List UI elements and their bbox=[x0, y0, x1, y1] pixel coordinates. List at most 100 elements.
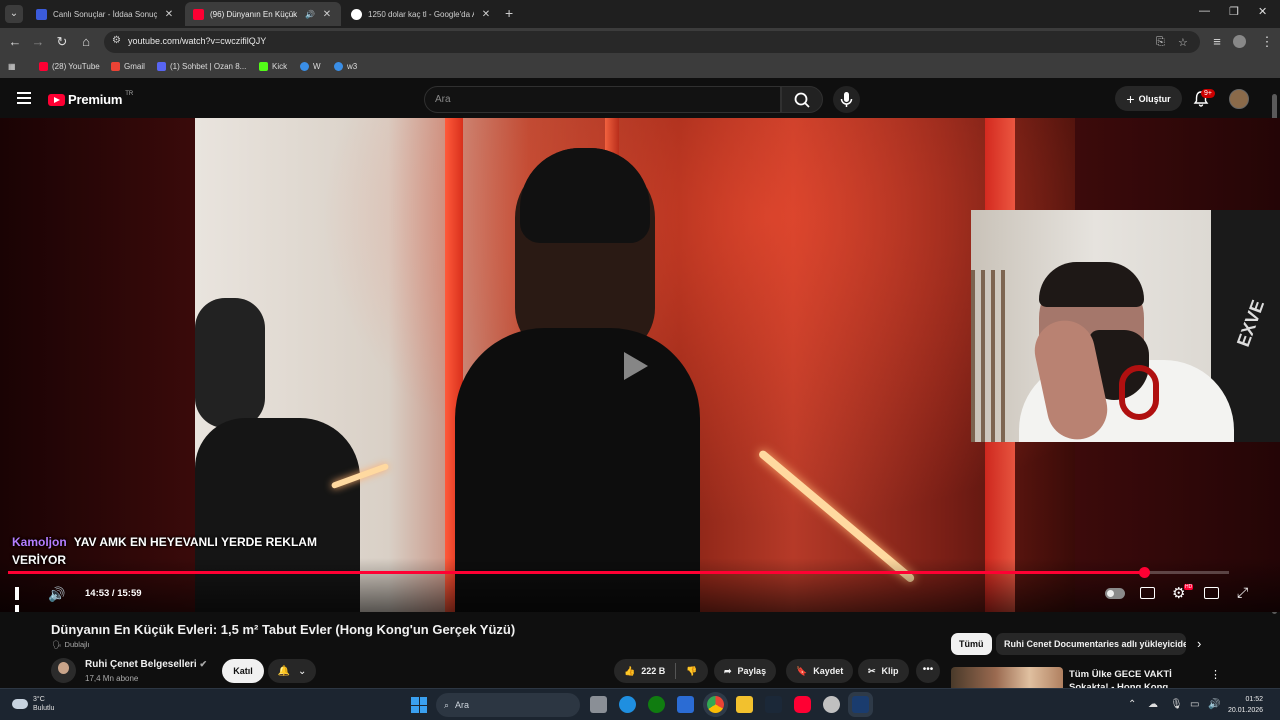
recommended-menu-icon[interactable]: ⋮ bbox=[1210, 668, 1221, 681]
chrome-icon[interactable] bbox=[707, 696, 724, 713]
bookmark-gmail[interactable]: Gmail bbox=[111, 62, 145, 71]
weather-temp: 3°C bbox=[33, 696, 45, 703]
tab-title: (96) Dünyanın En Küçük Evleri bbox=[210, 9, 299, 19]
close-tab-icon[interactable]: ✕ bbox=[163, 9, 175, 20]
taskbar-search[interactable]: ⌕ Ara bbox=[436, 693, 580, 717]
file-explorer-icon[interactable] bbox=[736, 696, 753, 713]
chip-from-uploader[interactable]: Ruhi Cenet Documentaries adlı yükleyicid… bbox=[996, 633, 1186, 655]
mackolik-favicon-icon bbox=[36, 8, 47, 20]
dislike-icon[interactable]: 👎 bbox=[686, 666, 697, 677]
search-input[interactable]: Ara bbox=[424, 86, 781, 113]
chip-all[interactable]: Tümü bbox=[951, 633, 992, 655]
browser-menu-icon[interactable]: ⋮ bbox=[1259, 34, 1275, 50]
video-title: Dünyanın En Küçük Evleri: 1,5 m² Tabut E… bbox=[51, 622, 516, 637]
join-button[interactable]: Katıl bbox=[222, 659, 264, 683]
windows-start-icon[interactable] bbox=[411, 697, 427, 713]
outlook-icon[interactable] bbox=[677, 696, 694, 713]
youtube-icon bbox=[39, 62, 48, 71]
media-controls-icon[interactable]: ≡ bbox=[1209, 34, 1225, 50]
more-actions-icon[interactable]: ••• bbox=[916, 659, 940, 683]
like-count[interactable]: 222 B bbox=[641, 666, 665, 676]
progress-bar[interactable] bbox=[8, 567, 1229, 578]
close-tab-icon[interactable]: ✕ bbox=[480, 9, 492, 20]
display-icon[interactable]: ▭ bbox=[1190, 699, 1199, 710]
subscription-bell-button[interactable]: 🔔 ⌄ bbox=[268, 659, 316, 683]
new-tab-button[interactable]: + bbox=[505, 5, 513, 21]
site-info-icon[interactable]: ⚙ bbox=[112, 35, 121, 46]
audio-playing-icon[interactable]: 🔊 bbox=[305, 10, 315, 19]
forward-arrow-icon[interactable]: → bbox=[30, 34, 46, 50]
edge-browser-icon[interactable] bbox=[619, 696, 636, 713]
create-label: Oluştur bbox=[1138, 93, 1171, 104]
install-app-icon[interactable]: ⎘ bbox=[1156, 36, 1165, 49]
youtube-premium-logo[interactable]: Premium TR bbox=[48, 90, 134, 107]
youtube-app-icon[interactable] bbox=[794, 696, 811, 713]
channel-name-text[interactable]: Ruhi Çenet Belgeselleri bbox=[85, 659, 197, 670]
close-tab-icon[interactable]: ✕ bbox=[321, 9, 333, 20]
xbox-icon[interactable] bbox=[648, 696, 665, 713]
url-text[interactable]: youtube.com/watch?v=cwczifilQJY bbox=[128, 36, 266, 46]
chevron-right-icon[interactable]: › bbox=[1197, 636, 1201, 651]
tab-youtube-video[interactable]: (96) Dünyanın En Küçük Evleri 🔊 ✕ bbox=[185, 2, 341, 26]
steam-icon[interactable] bbox=[765, 696, 782, 713]
clip-button[interactable]: ✂ Klip bbox=[858, 659, 909, 683]
recommended-title[interactable]: Tüm Ülke GECE VAKTİ Sokakta! - Hong Kong… bbox=[1069, 668, 1204, 688]
tab-search-button[interactable]: ⌄ bbox=[5, 5, 23, 23]
microphone-icon bbox=[840, 92, 853, 107]
bookmark-kick[interactable]: Kick bbox=[259, 62, 287, 71]
voice-search-button[interactable] bbox=[833, 86, 860, 113]
speaker-icon[interactable]: 🔊 bbox=[1208, 699, 1220, 710]
back-arrow-icon[interactable]: ← bbox=[7, 34, 23, 50]
share-button[interactable]: ➦ Paylaş bbox=[714, 659, 777, 683]
pause-button[interactable] bbox=[15, 587, 27, 612]
bookmarks-bar: ▦ (28) YouTube Gmail (1) Sohbet | Ozan 8… bbox=[0, 56, 1280, 78]
bookmark-w[interactable]: W bbox=[300, 62, 321, 71]
omnibox[interactable]: ⚙ youtube.com/watch?v=cwczifilQJY ⎘ ☆ bbox=[104, 31, 1200, 53]
recommended-thumbnail[interactable] bbox=[951, 667, 1063, 688]
save-button[interactable]: 🔖 Kaydet bbox=[786, 659, 854, 683]
task-view-icon[interactable] bbox=[590, 696, 607, 713]
onedrive-cloud-icon[interactable]: ☁ bbox=[1148, 699, 1158, 710]
settings-app-icon[interactable] bbox=[823, 696, 840, 713]
fullscreen-icon[interactable]: ⤢ bbox=[1237, 584, 1248, 601]
profile-avatar-icon[interactable] bbox=[1233, 35, 1246, 48]
close-window-button[interactable]: ✕ bbox=[1258, 5, 1267, 18]
bookmark-sohbet[interactable]: (1) Sohbet | Ozan 8... bbox=[157, 62, 246, 71]
tab-canli-sonuclar[interactable]: Canlı Sonuçlar - İddaa Sonuçları ✕ bbox=[28, 2, 183, 26]
channel-name[interactable]: Ruhi Çenet Belgeselleri ✔ bbox=[85, 659, 207, 670]
country-code: TR bbox=[125, 90, 134, 97]
volume-icon[interactable]: 🔊 bbox=[48, 586, 65, 603]
steam-app-active-icon[interactable] bbox=[852, 696, 869, 713]
menu-hamburger-icon[interactable] bbox=[17, 92, 31, 104]
theater-mode-icon[interactable] bbox=[1204, 587, 1219, 599]
person-left-head bbox=[195, 298, 265, 428]
bookmark-youtube[interactable]: (28) YouTube bbox=[39, 62, 100, 71]
bookmark-label: w3 bbox=[347, 62, 358, 71]
subtitles-icon[interactable] bbox=[1140, 587, 1155, 599]
reload-icon[interactable]: ↻ bbox=[54, 34, 70, 50]
create-button[interactable]: + Oluştur bbox=[1115, 86, 1182, 111]
home-icon[interactable]: ⌂ bbox=[78, 34, 94, 50]
search-button[interactable] bbox=[781, 86, 823, 113]
progress-scrubber[interactable] bbox=[1138, 567, 1150, 578]
bookmark-w3[interactable]: w3 bbox=[334, 62, 357, 71]
system-clock[interactable]: 01:52 20.01.2026 bbox=[1228, 694, 1263, 716]
weather-widget[interactable]: 3°C Bulutlu bbox=[12, 695, 54, 713]
autoplay-toggle[interactable] bbox=[1105, 588, 1125, 599]
apps-grid-icon[interactable]: ▦ bbox=[8, 62, 16, 71]
audio-track-icon: 🗣 bbox=[52, 640, 62, 649]
video-player[interactable]: EXVE Kamoljon YAV AMK EN HEYEVANLI YERDE… bbox=[0, 118, 1280, 612]
user-avatar[interactable] bbox=[1229, 89, 1249, 109]
tab-google-search[interactable]: 1250 dolar kaç tl - Google'da Ara ✕ bbox=[343, 2, 500, 26]
channel-avatar[interactable] bbox=[51, 658, 76, 683]
address-bar-row: ← → ↻ ⌂ ⚙ youtube.com/watch?v=cwczifilQJ… bbox=[0, 28, 1280, 56]
center-play-icon[interactable] bbox=[624, 352, 648, 380]
like-icon[interactable]: 👍 bbox=[624, 666, 635, 677]
mic-tray-icon[interactable]: 🎙 bbox=[1170, 699, 1183, 710]
restore-button[interactable]: ❐ bbox=[1229, 5, 1239, 18]
divider bbox=[675, 663, 677, 679]
minimize-button[interactable]: — bbox=[1199, 5, 1210, 17]
bookmark-star-icon[interactable]: ☆ bbox=[1178, 36, 1188, 49]
tray-chevron-up-icon[interactable]: ⌃ bbox=[1128, 699, 1136, 710]
globe-icon bbox=[300, 62, 309, 71]
